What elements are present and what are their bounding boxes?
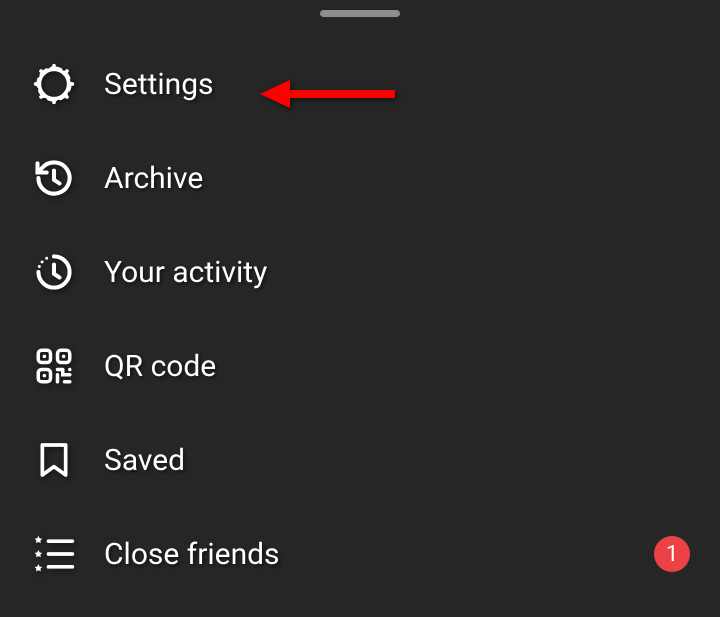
notification-badge: 1 (654, 536, 690, 572)
menu-item-saved[interactable]: Saved (0, 413, 720, 507)
archive-icon (30, 154, 78, 202)
qr-code-icon (30, 342, 78, 390)
menu-item-archive[interactable]: Archive (0, 131, 720, 225)
menu-item-label: Archive (104, 161, 203, 196)
menu-item-your-activity[interactable]: Your activity (0, 225, 720, 319)
menu-item-close-friends[interactable]: Close friends 1 (0, 507, 720, 601)
bookmark-icon (30, 436, 78, 484)
drag-handle[interactable] (320, 10, 400, 17)
menu-item-label: Your activity (104, 255, 267, 290)
close-friends-icon (30, 530, 78, 578)
gear-icon (30, 60, 78, 108)
menu-item-qr-code[interactable]: QR code (0, 319, 720, 413)
menu: Settings Archive Your activity (0, 37, 720, 601)
menu-item-label: Settings (104, 67, 214, 102)
menu-item-label: Saved (104, 443, 185, 478)
menu-item-settings[interactable]: Settings (0, 37, 720, 131)
activity-icon (30, 248, 78, 296)
menu-item-label: QR code (104, 349, 216, 384)
menu-item-label: Close friends (104, 537, 280, 572)
